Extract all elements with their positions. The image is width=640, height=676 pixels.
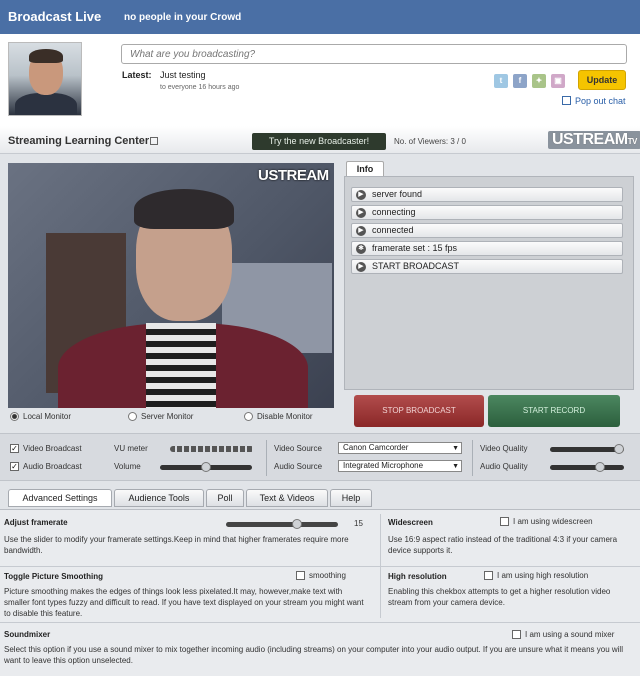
widescreen-title: Widescreen <box>388 518 433 527</box>
volume-label: Volume <box>114 462 141 471</box>
start-record-button[interactable]: START RECORD <box>488 395 620 427</box>
tab-text-videos[interactable]: Text & Videos <box>246 489 328 507</box>
play-icon: ▶ <box>356 190 366 200</box>
update-button[interactable]: Update <box>578 70 626 90</box>
high-resolution-checkbox[interactable]: I am using high resolution <box>484 571 588 581</box>
video-source-select[interactable]: Canon Camcorder ▼ <box>338 442 462 454</box>
info-item: ▶ connected <box>351 223 623 238</box>
audio-quality-slider[interactable] <box>550 462 624 472</box>
top-bar: Broadcast Live no people in your Crowd <box>0 0 640 34</box>
framerate-slider-handle[interactable] <box>292 519 302 529</box>
framerate-description: Use the slider to modify your framerate … <box>4 535 349 555</box>
broadcaster-panel: Streaming Learning Center Try the new Br… <box>0 126 640 676</box>
framerate-slider[interactable] <box>226 519 338 529</box>
soundmixer-title: Soundmixer <box>4 630 51 639</box>
stop-broadcast-button[interactable]: STOP BROADCAST <box>354 395 484 427</box>
tab-advanced-settings[interactable]: Advanced Settings <box>8 489 112 507</box>
video-quality-slider[interactable] <box>550 444 624 454</box>
divider <box>0 566 640 567</box>
tab-audience-tools[interactable]: Audience Tools <box>114 489 204 507</box>
tab-help[interactable]: Help <box>330 489 372 507</box>
crowd-status: no people in your Crowd <box>124 12 242 23</box>
play-icon: ▶ <box>356 262 366 272</box>
latest-meta: to everyone 16 hours ago <box>160 84 240 91</box>
smoothing-title: Toggle Picture Smoothing <box>4 572 103 581</box>
gear-icon: ✱ <box>356 244 366 254</box>
twitter-icon[interactable]: t <box>494 74 508 88</box>
volume-slider-handle[interactable] <box>201 462 211 472</box>
myspace-icon[interactable]: ✦ <box>532 74 546 88</box>
status-input[interactable] <box>121 44 627 64</box>
tab-poll[interactable]: Poll <box>206 489 244 507</box>
audio-quality-slider-handle[interactable] <box>595 462 605 472</box>
soundmixer-description: Select this option if you use a sound mi… <box>4 645 623 665</box>
broadcaster-header: Streaming Learning Center Try the new Br… <box>0 126 640 154</box>
channel-title[interactable]: Streaming Learning Center <box>8 135 149 147</box>
divider <box>0 622 640 623</box>
audio-broadcast-checkbox[interactable]: ✓ Audio Broadcast <box>10 462 82 472</box>
ustream-logo: USTREAMTV <box>548 131 640 149</box>
popout-chat-link[interactable]: Pop out chat <box>575 96 626 106</box>
popout-icon[interactable] <box>562 96 571 105</box>
video-quality-label: Video Quality <box>480 444 528 453</box>
other-icon[interactable]: ▣ <box>551 74 565 88</box>
vu-meter <box>170 446 254 452</box>
tab-info[interactable]: Info <box>346 161 384 176</box>
soundmixer-checkbox[interactable]: I am using a sound mixer <box>512 630 614 640</box>
widescreen-description: Use 16:9 aspect ratio instead of the tra… <box>388 535 618 555</box>
local-monitor-radio[interactable]: Local Monitor <box>10 412 71 422</box>
facebook-icon[interactable]: f <box>513 74 527 88</box>
viewer-count: No. of Viewers: 3 / 0 <box>394 137 466 146</box>
video-source-label: Video Source <box>274 444 322 453</box>
advanced-settings-panel: Adjust framerate 15 Use the slider to mo… <box>0 509 640 676</box>
info-panel: ▶ server found ▶ connecting ▶ connected ✱ fr… <box>344 176 634 390</box>
vu-meter-label: VU meter <box>114 444 148 453</box>
divider <box>266 440 267 476</box>
settings-tabs: Advanced Settings Audience Tools Poll Te… <box>0 487 640 509</box>
volume-slider[interactable] <box>160 462 252 472</box>
info-item: ▶ connecting <box>351 205 623 220</box>
framerate-title: Adjust framerate <box>4 518 68 527</box>
info-item: ▶ START BROADCAST <box>351 259 623 274</box>
latest-label: Latest: <box>122 70 152 80</box>
audio-source-select[interactable]: Integrated Microphone ▼ <box>338 460 462 472</box>
disable-monitor-radio[interactable]: Disable Monitor <box>244 412 313 422</box>
video-broadcast-checkbox[interactable]: ✓ Video Broadcast <box>10 444 82 454</box>
widescreen-checkbox[interactable]: I am using widescreen <box>500 517 593 527</box>
video-quality-slider-handle[interactable] <box>614 444 624 454</box>
page-title: Broadcast Live <box>8 9 102 24</box>
chevron-down-icon: ▼ <box>452 463 459 470</box>
latest-value: Just testing <box>160 70 206 80</box>
play-icon: ▶ <box>356 208 366 218</box>
status-area: Latest: Just testing to everyone 16 hour… <box>0 34 640 126</box>
video-preview: USTREAM <box>8 163 334 408</box>
info-item: ✱ framerate set : 15 fps <box>351 241 623 256</box>
high-resolution-description: Enabling this chekbox attempts to get a … <box>388 587 611 607</box>
server-monitor-radio[interactable]: Server Monitor <box>128 412 193 422</box>
high-resolution-title: High resolution <box>388 572 447 581</box>
video-watermark-logo: USTREAM <box>258 167 329 184</box>
divider <box>472 440 473 476</box>
smoothing-description: Picture smoothing makes the edges of thi… <box>4 587 364 618</box>
try-new-broadcaster-button[interactable]: Try the new Broadcaster! <box>252 133 386 150</box>
broadcast-controls: ✓ Video Broadcast ✓ Audio Broadcast VU met… <box>0 433 640 481</box>
external-link-icon[interactable] <box>150 137 158 145</box>
info-item: ▶ server found <box>351 187 623 202</box>
audio-source-label: Audio Source <box>274 462 323 471</box>
play-icon: ▶ <box>356 226 366 236</box>
smoothing-checkbox[interactable]: smoothing <box>296 571 346 581</box>
chevron-down-icon: ▼ <box>452 445 459 452</box>
audio-quality-label: Audio Quality <box>480 462 528 471</box>
avatar <box>8 42 82 116</box>
framerate-value: 15 <box>354 519 363 528</box>
